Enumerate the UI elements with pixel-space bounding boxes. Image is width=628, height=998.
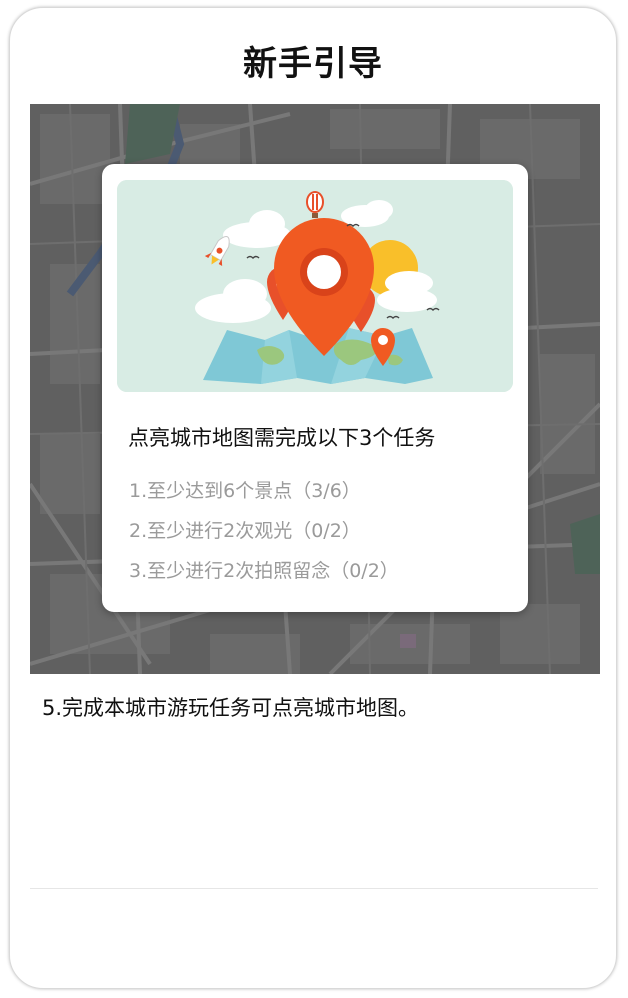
map-pins-illustration <box>117 180 513 392</box>
card-heading: 点亮城市地图需完成以下3个任务 <box>128 426 436 450</box>
dialog-title: 新手引导 <box>243 44 383 84</box>
divider <box>30 888 598 889</box>
guide-dialog: 新手引导 点亮城市地图需完成以下3个任务 1.至少达到6个景点（3/6） 2.至… <box>9 7 617 989</box>
task-item: 3.至少进行2次拍照留念（0/2） <box>129 560 399 582</box>
task-item: 2.至少进行2次观光（0/2） <box>129 520 361 542</box>
task-card: 点亮城市地图需完成以下3个任务 1.至少达到6个景点（3/6） 2.至少进行2次… <box>102 164 528 612</box>
city-map-background: 点亮城市地图需完成以下3个任务 1.至少达到6个景点（3/6） 2.至少进行2次… <box>30 104 600 674</box>
map-illustration <box>117 180 513 392</box>
guide-step-description: 5.完成本城市游玩任务可点亮城市地图。 <box>42 696 420 720</box>
task-item: 1.至少达到6个景点（3/6） <box>129 480 361 502</box>
